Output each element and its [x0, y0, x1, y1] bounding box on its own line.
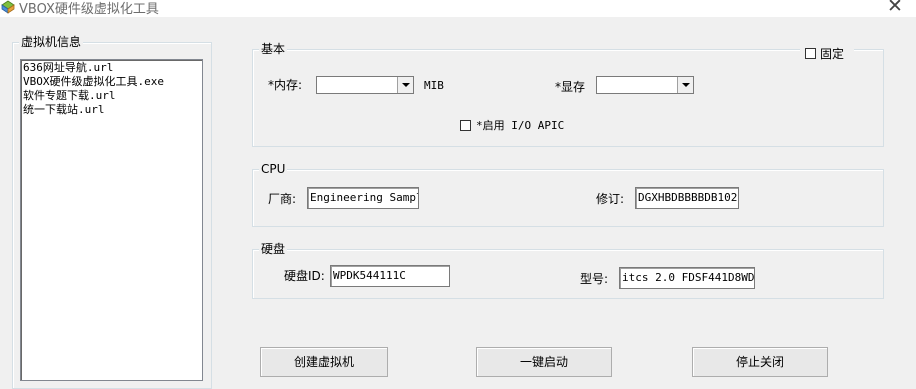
window-title: VBOX硬件级虚拟化工具 — [19, 2, 159, 17]
create-vm-button[interactable]: 创建虚拟机 — [260, 347, 388, 377]
revision-field[interactable]: DGXHBDBBBBDB102 — [635, 187, 739, 209]
list-item[interactable]: VBOX硬件级虚拟化工具.exe — [23, 75, 200, 89]
close-icon: ✕ — [887, 0, 903, 17]
model-field[interactable]: itcs 2.0 FDSF441D8WD — [619, 267, 755, 289]
list-item[interactable]: 软件专题下载.url — [23, 89, 200, 103]
basic-group: 基本 — [252, 41, 884, 147]
stop-shutdown-button[interactable]: 停止关闭 — [692, 347, 828, 377]
vram-select[interactable] — [596, 76, 694, 94]
list-item[interactable]: 636网址导航.url — [23, 61, 200, 75]
memory-unit: MIB — [424, 79, 444, 92]
chevron-down-icon[interactable] — [677, 77, 693, 93]
io-apic-checkbox[interactable] — [460, 120, 471, 131]
vm-file-list[interactable]: 636网址导航.url VBOX硬件级虚拟化工具.exe 软件专题下载.url … — [20, 59, 203, 381]
memory-label: *内存: — [268, 78, 303, 92]
revision-label: 修订: — [596, 192, 625, 206]
app-icon — [1, 0, 15, 14]
disk-group-title: 硬盘 — [259, 241, 288, 257]
one-click-start-button[interactable]: 一键启动 — [476, 347, 612, 377]
title-bar: VBOX硬件级虚拟化工具 ✕ — [0, 0, 916, 17]
close-button[interactable]: ✕ — [878, 0, 912, 16]
fixed-checkbox[interactable] — [805, 48, 816, 59]
cpu-group-title: CPU — [259, 161, 288, 177]
basic-group-title: 基本 — [259, 41, 288, 57]
vm-info-group-title: 虚拟机信息 — [19, 34, 84, 50]
model-label: 型号: — [580, 272, 609, 286]
vram-label: *显存 — [555, 80, 586, 94]
fixed-label: 固定 — [820, 47, 845, 61]
vendor-field[interactable]: Engineering Sample — [307, 187, 419, 209]
disk-id-label: 硬盘ID: — [284, 269, 325, 283]
list-item[interactable]: 统一下载站.url — [23, 103, 200, 117]
disk-id-field[interactable]: WPDK544111C — [330, 265, 450, 287]
io-apic-label: *启用 I/O APIC — [476, 119, 565, 132]
vendor-label: 厂商: — [268, 192, 297, 206]
memory-select[interactable] — [316, 76, 414, 94]
chevron-down-icon[interactable] — [397, 77, 413, 93]
